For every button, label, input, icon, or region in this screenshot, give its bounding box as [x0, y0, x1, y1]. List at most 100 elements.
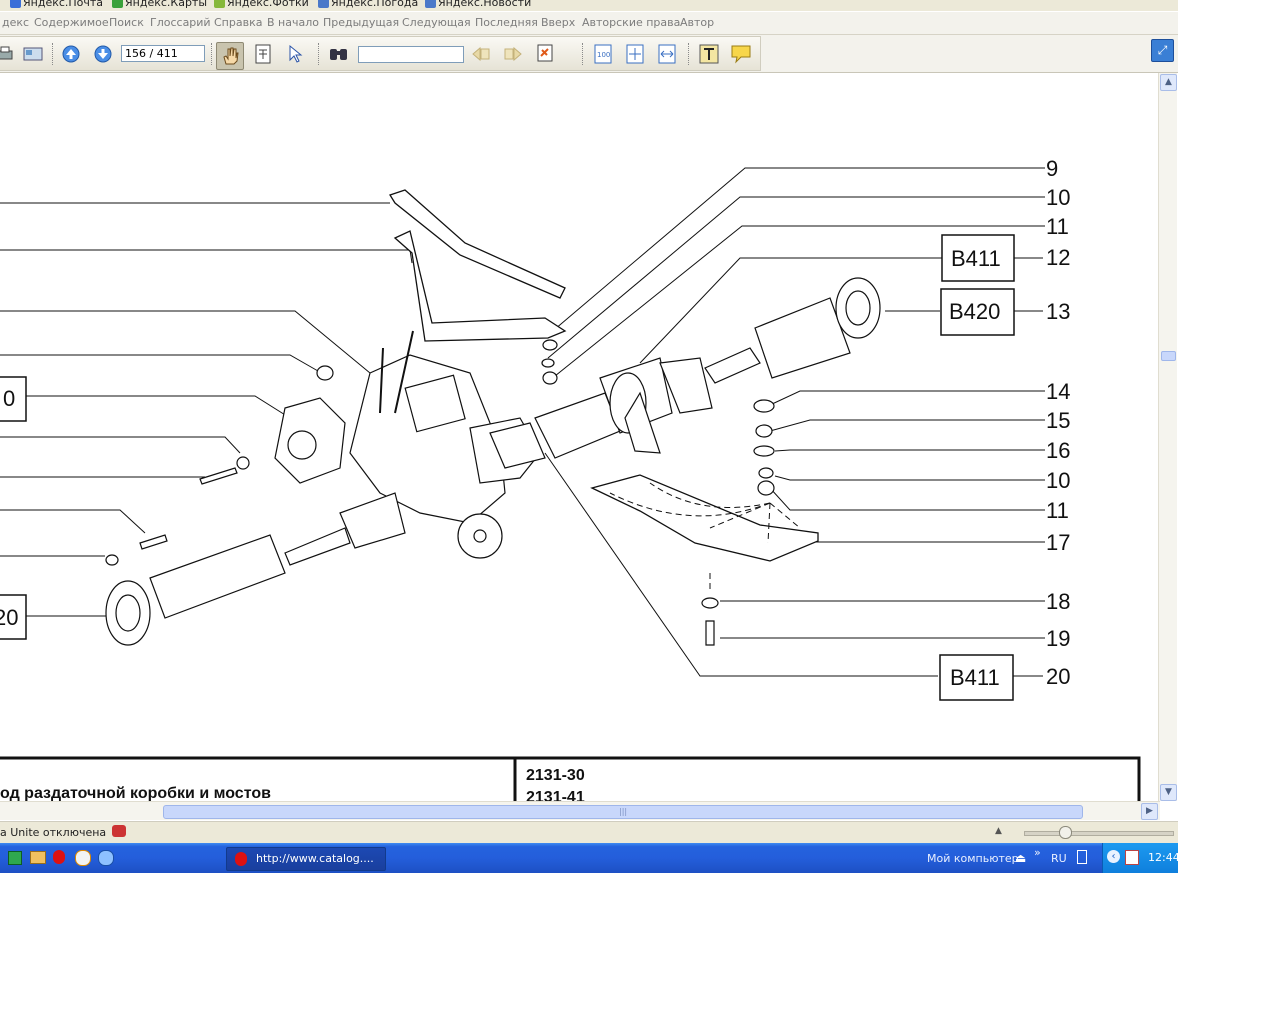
menu-item-last[interactable]: Последняя	[475, 16, 538, 29]
maps-icon	[112, 0, 123, 8]
ref-box-label: B411	[950, 665, 1000, 690]
bookmark-yandex-maps[interactable]: Яндекс.Карты	[112, 0, 207, 10]
tray-app-icon[interactable]	[1125, 850, 1139, 865]
callout-number: 13	[1046, 299, 1070, 324]
text-select-icon[interactable]	[252, 43, 274, 65]
viewer-menu-bar: декс Содержимое Поиск Глоссарий Справка …	[0, 12, 1178, 35]
menu-item-contents[interactable]: Содержимое	[34, 16, 109, 29]
find-options-icon[interactable]	[536, 43, 558, 65]
tray-chevron-icon[interactable]: ‹	[1107, 850, 1120, 863]
menu-item-home[interactable]: В начало	[267, 16, 319, 29]
callout-number: 14	[1046, 379, 1070, 404]
hand-tool-icon[interactable]	[216, 42, 244, 70]
page-caption: од раздаточной коробки и мостов	[0, 785, 271, 801]
fit-width-icon[interactable]	[656, 43, 678, 65]
zoom-up-icon[interactable]: ▲	[995, 826, 1002, 836]
media-player-icon[interactable]	[75, 850, 91, 866]
view-icon[interactable]	[22, 43, 44, 65]
toolbar-separator	[688, 43, 691, 65]
network-icon[interactable]	[1077, 850, 1087, 864]
menu-item-index[interactable]: декс	[2, 16, 29, 29]
bookmark-yandex-photos[interactable]: Яндекс.Фотки	[214, 0, 309, 10]
mail-icon	[10, 0, 21, 8]
find-next-icon[interactable]	[502, 43, 524, 65]
callout-number: 16	[1046, 438, 1070, 463]
prev-page-icon[interactable]	[60, 43, 82, 65]
toolbar-separator	[582, 43, 585, 65]
vertical-scrollbar[interactable]: ▲ ▼	[1158, 73, 1177, 801]
document-view: 9 10 11 12 13 14 15 16 10 11 17 18 19 20	[0, 73, 1158, 801]
vertical-scroll-thumb[interactable]	[1161, 351, 1176, 361]
ref-box-label-partial: 0	[3, 386, 15, 411]
taskbar-button-opera[interactable]: http://www.catalog....	[226, 847, 386, 871]
clock: 12:44	[1148, 851, 1178, 864]
fit-page-icon[interactable]	[624, 43, 646, 65]
status-text: a Unite отключена	[0, 826, 107, 839]
menu-item-previous[interactable]: Предыдущая	[323, 16, 399, 29]
screen: Яндекс.Почта Яндекс.Карты Яндекс.Фотки Я…	[0, 0, 1178, 873]
ref-box-label-partial: 20	[0, 605, 18, 630]
callout-number: 9	[1046, 156, 1058, 181]
viewer-toolbar: 100 ⤢	[0, 35, 1178, 73]
ref-box-label: B411	[951, 246, 1001, 271]
callout-number: 10	[1046, 468, 1070, 493]
zoom-100-icon[interactable]: 100	[592, 43, 614, 65]
scroll-down-icon[interactable]: ▼	[1160, 784, 1177, 801]
opera-icon	[235, 852, 247, 866]
bookmarks-bar: Яндекс.Почта Яндекс.Карты Яндекс.Фотки Я…	[0, 0, 1178, 11]
language-indicator[interactable]: RU	[1051, 852, 1067, 865]
print-icon[interactable]	[0, 43, 16, 65]
horizontal-scrollbar[interactable]: ||| ▶	[0, 801, 1160, 820]
bookmark-yandex-news[interactable]: Яндекс.Новости	[425, 0, 531, 10]
horizontal-scroll-thumb[interactable]: |||	[163, 805, 1083, 819]
annotation-icon[interactable]	[730, 43, 752, 65]
menu-item-next[interactable]: Следующая	[402, 16, 471, 29]
toolbar-separator	[52, 43, 55, 65]
unite-status-icon[interactable]	[112, 825, 126, 837]
callout-number: 11	[1046, 498, 1069, 523]
expand-icon[interactable]: ⤢	[1151, 39, 1174, 62]
toolbar-separator	[211, 43, 214, 65]
menu-item-search[interactable]: Поиск	[109, 16, 144, 29]
zoom-slider-handle[interactable]	[1059, 826, 1072, 839]
opera-quicklaunch-icon[interactable]	[53, 850, 65, 864]
toolbar-group: 100	[0, 36, 761, 71]
menu-item-help[interactable]: Справка	[214, 16, 262, 29]
quicklaunch-icon[interactable]	[8, 851, 22, 865]
ie-icon[interactable]	[98, 850, 114, 866]
callout-number: 11	[1046, 214, 1069, 239]
pointer-icon[interactable]	[284, 43, 306, 65]
svg-text:100: 100	[597, 51, 610, 59]
expand-chevron-icon[interactable]: »	[1034, 846, 1041, 859]
menu-item-author[interactable]: Автор	[680, 16, 714, 29]
callout-number: 20	[1046, 664, 1070, 689]
quicklaunch-icon[interactable]	[30, 851, 46, 864]
bookmark-yandex-weather[interactable]: Яндекс.Погода	[318, 0, 418, 10]
next-page-icon[interactable]	[92, 43, 114, 65]
usb-icon[interactable]: ⏏	[1015, 851, 1026, 865]
toolbar-separator	[318, 43, 321, 65]
callout-number: 19	[1046, 626, 1070, 651]
weather-icon	[318, 0, 329, 8]
menu-item-up[interactable]: Вверх	[541, 16, 575, 29]
status-bar: a Unite отключена ▲	[0, 821, 1178, 844]
menu-item-glossary[interactable]: Глоссарий	[150, 16, 211, 29]
callout-number: 15	[1046, 408, 1070, 433]
find-icon[interactable]	[328, 43, 350, 65]
my-computer-label[interactable]: Мой компьютер	[927, 852, 1019, 865]
part-code: 2131-41	[526, 789, 585, 801]
bookmark-yandex-mail[interactable]: Яндекс.Почта	[10, 0, 103, 10]
scroll-right-icon[interactable]: ▶	[1141, 803, 1158, 820]
callout-number: 12	[1046, 245, 1070, 270]
news-icon	[425, 0, 436, 8]
find-prev-icon[interactable]	[470, 43, 492, 65]
menu-item-copyright[interactable]: Авторские права	[582, 16, 680, 29]
callout-number: 18	[1046, 589, 1070, 614]
page-number-input[interactable]	[121, 45, 205, 62]
callout-number: 17	[1046, 530, 1070, 555]
find-text-input[interactable]	[358, 46, 464, 63]
zoom-slider[interactable]	[1024, 831, 1174, 836]
scroll-up-icon[interactable]: ▲	[1160, 74, 1177, 91]
part-code: 2131-30	[526, 767, 585, 784]
text-tool-icon[interactable]	[698, 43, 720, 65]
